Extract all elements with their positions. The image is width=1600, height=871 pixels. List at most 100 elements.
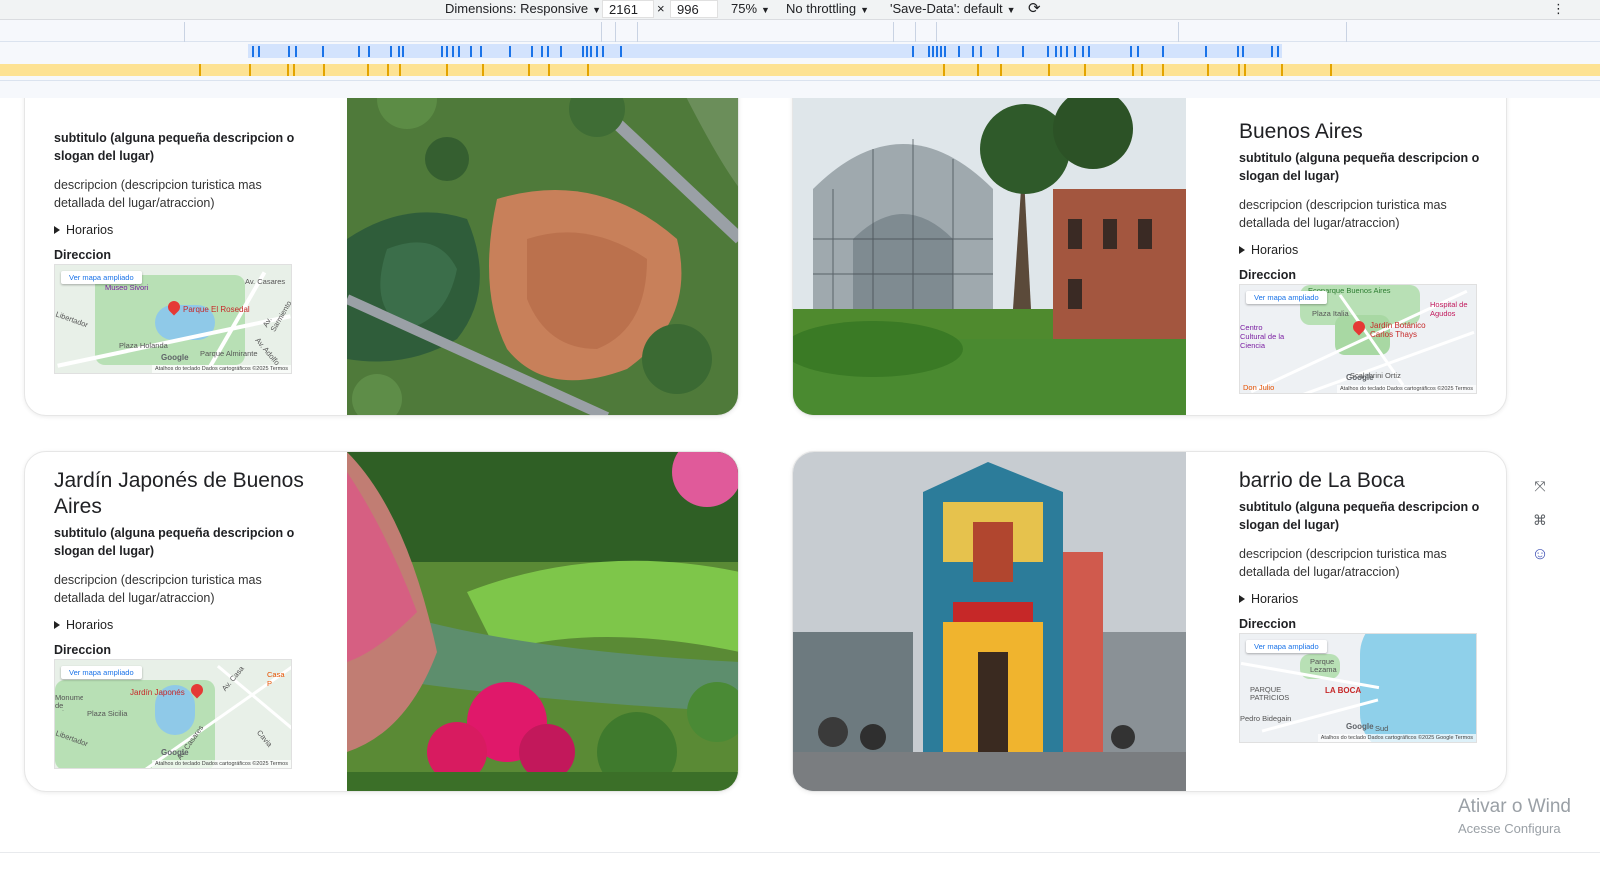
media-query-marker[interactable] [1162, 46, 1164, 57]
media-query-marker[interactable] [509, 46, 511, 57]
view-larger-map-link[interactable]: Ver mapa ampliado [1246, 291, 1327, 304]
media-query-marker[interactable] [446, 64, 448, 76]
media-query-marker[interactable] [1244, 64, 1246, 76]
media-query-marker[interactable] [1141, 64, 1143, 76]
media-query-marker[interactable] [590, 46, 592, 57]
media-query-marker[interactable] [928, 46, 930, 57]
media-query-marker[interactable] [1060, 46, 1062, 57]
media-query-marker[interactable] [287, 64, 289, 76]
media-query-marker[interactable] [980, 46, 982, 57]
media-query-marker[interactable] [1082, 46, 1084, 57]
media-query-marker[interactable] [1281, 64, 1283, 76]
media-query-marker[interactable] [586, 46, 588, 57]
media-query-marker[interactable] [940, 46, 942, 57]
map-footer[interactable]: Atalhos do teclado Dados cartográficos ©… [1317, 734, 1476, 742]
rotate-icon[interactable]: ⟳ [1028, 0, 1041, 17]
hours-toggle[interactable]: Horarios [1239, 592, 1489, 606]
media-query-marker[interactable] [1066, 46, 1068, 57]
media-query-marker[interactable] [368, 46, 370, 57]
media-query-bar[interactable] [0, 22, 1600, 42]
media-query-marker[interactable] [560, 46, 562, 57]
dimensions-dropdown[interactable]: Dimensions: Responsive ▼ [445, 1, 601, 16]
media-query-marker[interactable] [977, 64, 979, 76]
media-query-marker[interactable] [1242, 46, 1244, 57]
media-query-marker[interactable] [943, 64, 945, 76]
media-query-marker[interactable] [482, 64, 484, 76]
zoom-dropdown[interactable]: 75% ▼ [731, 1, 770, 16]
media-query-marker[interactable] [582, 46, 584, 57]
media-query-marker[interactable] [402, 46, 404, 57]
media-query-marker[interactable] [528, 64, 530, 76]
media-query-marker[interactable] [199, 64, 201, 76]
media-query-marker[interactable] [1132, 64, 1134, 76]
media-query-marker[interactable] [548, 64, 550, 76]
media-query-marker[interactable] [620, 46, 622, 57]
media-query-marker[interactable] [1207, 64, 1209, 76]
media-query-marker[interactable] [912, 46, 914, 57]
media-query-marker[interactable] [972, 46, 974, 57]
embedded-map[interactable]: Parque El Rosedal Museo Sivori Av. Casar… [54, 264, 292, 374]
media-query-marker[interactable] [458, 46, 460, 57]
media-query-marker[interactable] [399, 64, 401, 76]
media-query-marker[interactable] [936, 46, 938, 57]
width-input[interactable]: 2161 [602, 0, 654, 18]
view-larger-map-link[interactable]: Ver mapa ampliado [61, 271, 142, 284]
media-query-marker[interactable] [398, 46, 400, 57]
media-query-marker[interactable] [367, 64, 369, 76]
media-query-marker[interactable] [1277, 46, 1279, 57]
hours-toggle[interactable]: Horarios [1239, 243, 1489, 257]
media-query-marker[interactable] [1205, 46, 1207, 57]
media-query-marker[interactable] [1055, 46, 1057, 57]
media-query-marker[interactable] [944, 46, 946, 57]
map-footer[interactable]: Atalhos do teclado Dados cartográficos ©… [152, 365, 291, 373]
media-query-marker[interactable] [387, 64, 389, 76]
media-query-marker[interactable] [541, 46, 543, 57]
media-query-marker[interactable] [1238, 64, 1240, 76]
media-query-marker[interactable] [932, 46, 934, 57]
media-query-marker[interactable] [358, 46, 360, 57]
media-query-marker[interactable] [1137, 46, 1139, 57]
media-query-marker[interactable] [1047, 46, 1049, 57]
extension-icon[interactable]: ⌘ [1526, 506, 1554, 534]
media-query-marker[interactable] [1084, 64, 1086, 76]
embedded-map[interactable]: Jardín Japonés Av. Casa Casa P Monumento… [54, 659, 292, 769]
media-query-marker[interactable] [1271, 46, 1273, 57]
media-query-marker[interactable] [1162, 64, 1164, 76]
hours-toggle[interactable]: Horarios [54, 223, 304, 237]
media-query-marker[interactable] [452, 46, 454, 57]
media-query-marker[interactable] [1088, 46, 1090, 57]
view-larger-map-link[interactable]: Ver mapa ampliado [61, 666, 142, 679]
media-query-marker[interactable] [293, 64, 295, 76]
media-query-marker[interactable] [958, 46, 960, 57]
throttling-dropdown[interactable]: No throttling ▼ [786, 1, 869, 16]
media-query-marker[interactable] [480, 46, 482, 57]
map-footer[interactable]: Atalhos do teclado Dados cartográficos ©… [152, 760, 291, 768]
media-query-marker[interactable] [441, 46, 443, 57]
media-query-marker[interactable] [1048, 64, 1050, 76]
more-options-icon[interactable]: ⋮ [1552, 1, 1565, 17]
media-query-marker[interactable] [322, 46, 324, 57]
save-data-dropdown[interactable]: 'Save-Data': default ▼ [890, 1, 1016, 16]
embedded-map[interactable]: Parque Lezama LA BOCA PARQUE PATRICIOS P… [1239, 633, 1477, 743]
media-query-marker[interactable] [258, 46, 260, 57]
media-query-marker[interactable] [446, 46, 448, 57]
embedded-map[interactable]: Jardín Botánico Carlos Thays Ecoparque B… [1239, 284, 1477, 394]
max-width-bar[interactable] [0, 64, 1600, 76]
media-query-marker[interactable] [1237, 46, 1239, 57]
height-input[interactable]: 996 [670, 0, 718, 18]
media-query-marker[interactable] [1130, 46, 1132, 57]
hours-toggle[interactable]: Horarios [54, 618, 304, 632]
media-query-marker[interactable] [1074, 46, 1076, 57]
map-footer[interactable]: Atalhos do teclado Dados cartográficos ©… [1337, 385, 1476, 393]
media-query-marker[interactable] [249, 64, 251, 76]
view-larger-map-link[interactable]: Ver mapa ampliado [1246, 640, 1327, 653]
media-query-marker[interactable] [288, 46, 290, 57]
media-query-marker[interactable] [252, 46, 254, 57]
media-query-marker[interactable] [602, 46, 604, 57]
media-query-marker[interactable] [323, 64, 325, 76]
media-query-marker[interactable] [1000, 64, 1002, 76]
media-query-marker[interactable] [547, 46, 549, 57]
media-query-marker[interactable] [390, 46, 392, 57]
media-query-marker[interactable] [997, 46, 999, 57]
media-query-marker[interactable] [470, 46, 472, 57]
